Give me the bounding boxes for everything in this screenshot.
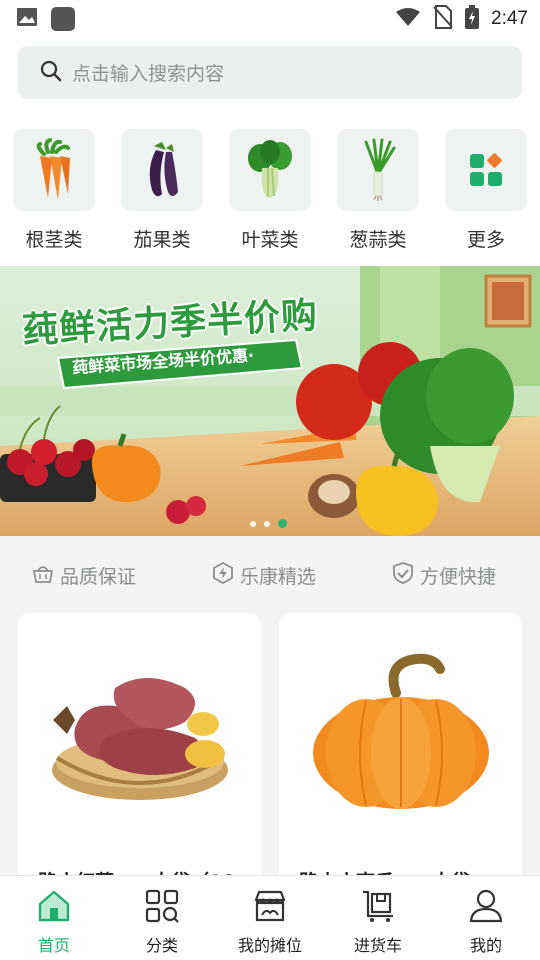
wifi-icon bbox=[395, 7, 421, 31]
nav-label: 分类 bbox=[145, 936, 178, 955]
green-onion-icon bbox=[337, 129, 419, 211]
category-icon bbox=[142, 886, 182, 926]
nav-label: 进货车 bbox=[353, 936, 402, 955]
eggplant-icon bbox=[121, 129, 203, 211]
basket-icon bbox=[32, 562, 54, 589]
feature-strip: 品质保证 乐康精选 方便快捷 bbox=[0, 556, 540, 596]
feature-label: 乐康精选 bbox=[240, 566, 317, 588]
carousel-dot-active[interactable] bbox=[278, 519, 287, 528]
product-card[interactable]: 路小小南瓜——大袋 bbox=[279, 613, 522, 903]
nav-my-stall[interactable]: 我的摊位 bbox=[216, 886, 324, 956]
category-root-veg[interactable]: 根茎类 bbox=[12, 129, 96, 252]
category-allium[interactable]: 葱蒜类 bbox=[336, 129, 420, 252]
category-more[interactable]: 更多 bbox=[444, 129, 528, 252]
search-icon bbox=[40, 60, 62, 86]
nav-purchase-cart[interactable]: 进货车 bbox=[324, 886, 432, 956]
product-card[interactable]: 路小红薯——大袋（10 bbox=[18, 613, 261, 903]
search-input[interactable]: 点击输入搜索内容 bbox=[18, 46, 522, 99]
clock: 2:47 bbox=[491, 8, 528, 29]
feature-selection: 乐康精选 bbox=[212, 561, 317, 589]
pumpkin-image bbox=[279, 633, 522, 833]
carousel-dots[interactable] bbox=[250, 519, 287, 528]
feature-label: 品质保证 bbox=[60, 566, 137, 588]
category-label: 茄果类 bbox=[133, 229, 191, 251]
no-sim-icon bbox=[433, 5, 453, 33]
top-section: 点击输入搜索内容 根茎类 茄果类 叶菜类 葱蒜类 更多 bbox=[0, 36, 540, 266]
home-icon bbox=[34, 886, 74, 926]
promo-banner[interactable]: 莼鲜活力季半价购 莼鲜菜市场全场半价优惠· bbox=[0, 266, 540, 536]
user-icon bbox=[466, 886, 506, 926]
nav-category[interactable]: 分类 bbox=[108, 886, 216, 956]
carousel-dot[interactable] bbox=[264, 520, 270, 527]
nav-mine[interactable]: 我的 bbox=[432, 886, 540, 956]
status-bar: 2:47 bbox=[0, 0, 540, 36]
category-fruit-veg[interactable]: 茄果类 bbox=[120, 129, 204, 252]
stall-icon bbox=[250, 886, 290, 926]
category-label: 更多 bbox=[466, 229, 505, 251]
feature-quality: 品质保证 bbox=[32, 562, 136, 589]
category-label: 葱蒜类 bbox=[349, 229, 407, 251]
app-notification-icon bbox=[50, 6, 76, 36]
category-row: 根茎类 茄果类 叶菜类 葱蒜类 更多 bbox=[0, 129, 540, 259]
bolt-shield-icon bbox=[212, 561, 234, 589]
nav-home[interactable]: 首页 bbox=[0, 886, 108, 956]
sweet-potato-image bbox=[18, 633, 261, 833]
grid-more-icon bbox=[445, 129, 527, 211]
bottom-nav: 首页 分类 我的摊位 进货车 我的 bbox=[0, 875, 540, 960]
carrot-icon bbox=[13, 129, 95, 211]
battery-charging-icon bbox=[465, 5, 480, 33]
image-notification-icon bbox=[16, 6, 38, 36]
category-label: 根茎类 bbox=[25, 229, 83, 251]
feature-convenience: 方便快捷 bbox=[392, 562, 496, 589]
carousel-dot[interactable] bbox=[250, 520, 256, 527]
check-shield-icon bbox=[392, 562, 414, 589]
nav-label: 我的 bbox=[469, 936, 502, 955]
cart-icon bbox=[358, 886, 398, 926]
search-placeholder: 点击输入搜索内容 bbox=[72, 63, 225, 85]
bok-choy-icon bbox=[229, 129, 311, 211]
nav-label: 我的摊位 bbox=[237, 936, 302, 955]
feature-label: 方便快捷 bbox=[420, 566, 497, 588]
category-label: 叶菜类 bbox=[241, 229, 299, 251]
nav-label: 首页 bbox=[37, 936, 70, 955]
category-leafy[interactable]: 叶菜类 bbox=[228, 129, 312, 252]
